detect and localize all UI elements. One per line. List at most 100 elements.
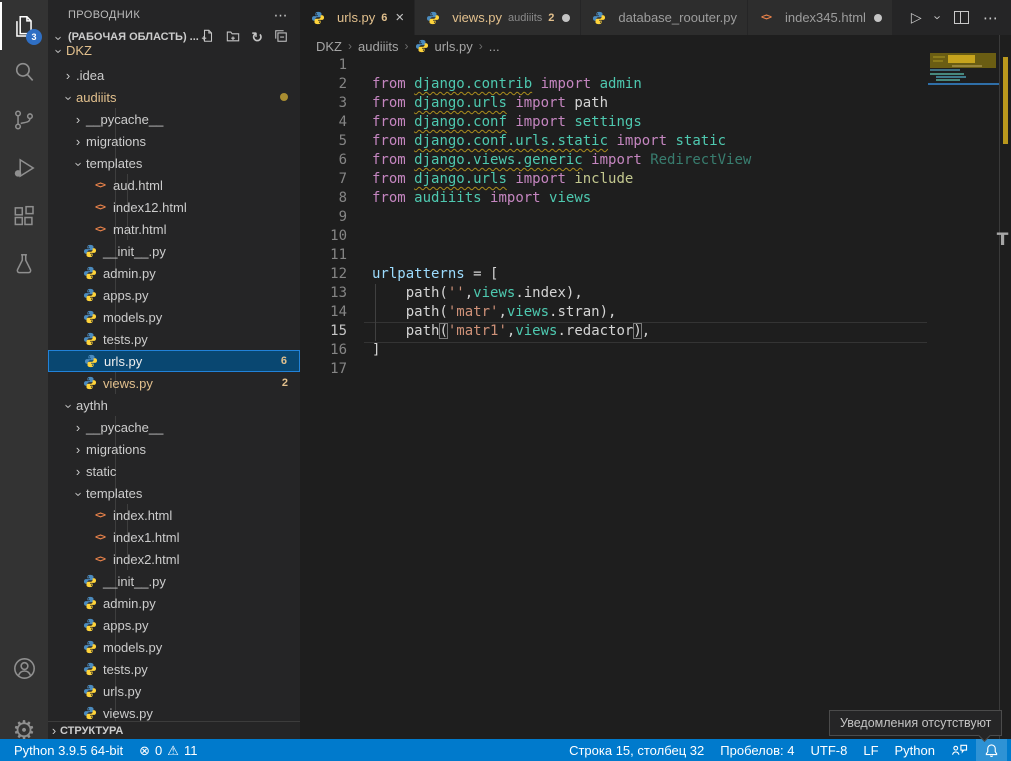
indentation-status[interactable]: Пробелов: 4 [712, 739, 802, 761]
run-and-debug-icon[interactable] [0, 144, 48, 192]
chevron-down-icon[interactable]: › [71, 158, 86, 170]
code-line-10[interactable]: 10 [300, 227, 1011, 246]
chevron-right-icon[interactable]: › [72, 442, 84, 457]
tree-item-pycache[interactable]: ›__pycache__ [48, 108, 300, 130]
tree-item-models-py[interactable]: models.py [48, 306, 300, 328]
new-folder-icon[interactable] [226, 29, 240, 45]
chevron-down-icon[interactable]: › [61, 92, 76, 104]
tree-item-templates[interactable]: ›templates [48, 152, 300, 174]
code-line-4[interactable]: 4from django.conf import settings [300, 113, 1011, 132]
tree-item-tests-py[interactable]: tests.py [48, 658, 300, 680]
extensions-icon[interactable] [0, 192, 48, 240]
tree-item-index1-html[interactable]: <>index1.html [48, 526, 300, 548]
testing-icon[interactable] [0, 240, 48, 288]
tree-item-idea[interactable]: ›.idea [48, 64, 300, 86]
tree-item-models-py[interactable]: models.py [48, 636, 300, 658]
tree-item-migrations[interactable]: ›migrations [48, 130, 300, 152]
run-dropdown-chevron-icon[interactable]: › [930, 15, 945, 19]
modified-dot-icon[interactable] [874, 14, 882, 22]
code-line-13[interactable]: 13 path('',views.index), [300, 284, 1011, 303]
code-line-16[interactable]: 16] [300, 341, 1011, 360]
line-number[interactable]: 5 [300, 132, 347, 151]
tree-item-index12-html[interactable]: <>index12.html [48, 196, 300, 218]
close-icon[interactable]: × [395, 10, 404, 25]
tree-item-audiiits[interactable]: ›audiiits [48, 86, 300, 108]
line-number[interactable]: 1 [300, 56, 347, 75]
workspace-section-header[interactable]: › (РАБОЧАЯ ОБЛАСТЬ) ... ↻ [48, 28, 300, 46]
feedback-icon[interactable] [943, 739, 976, 761]
code-line-6[interactable]: 6from django.views.generic import Redire… [300, 151, 1011, 170]
tree-item-tests-py[interactable]: tests.py [48, 328, 300, 350]
tree-item-pycache[interactable]: ›__pycache__ [48, 416, 300, 438]
line-number[interactable]: 17 [300, 360, 347, 379]
code-line-5[interactable]: 5from django.conf.urls.static import sta… [300, 132, 1011, 151]
tab-views-py[interactable]: views.pyaudiiits2 [415, 0, 581, 35]
chevron-down-icon[interactable]: › [71, 488, 86, 500]
tree-item-admin-py[interactable]: admin.py [48, 262, 300, 284]
breadcrumb-item-urls-py[interactable]: urls.py [434, 39, 472, 54]
tree-item-index2-html[interactable]: <>index2.html [48, 548, 300, 570]
tree-item-aythh[interactable]: ›aythh [48, 394, 300, 416]
chevron-right-icon[interactable]: › [72, 420, 84, 435]
encoding-status[interactable]: UTF-8 [803, 739, 856, 761]
line-number[interactable]: 15 [300, 322, 347, 341]
collapse-all-icon[interactable] [274, 29, 288, 45]
chevron-down-icon[interactable]: › [51, 45, 66, 57]
line-number[interactable]: 4 [300, 113, 347, 132]
tree-item-index-html[interactable]: <>index.html [48, 504, 300, 526]
line-number[interactable]: 9 [300, 208, 347, 227]
chevron-right-icon[interactable]: › [62, 68, 74, 83]
line-number[interactable]: 16 [300, 341, 347, 360]
tab-database-roouter-py[interactable]: database_roouter.py [581, 0, 748, 35]
modified-dot-icon[interactable] [562, 14, 570, 22]
more-actions-icon[interactable]: ⋯ [983, 9, 999, 27]
line-number[interactable]: 6 [300, 151, 347, 170]
tree-item-static[interactable]: ›static [48, 460, 300, 482]
search-icon[interactable] [0, 48, 48, 96]
code-line-9[interactable]: 9 [300, 208, 1011, 227]
line-number[interactable]: 7 [300, 170, 347, 189]
tab-index345-html[interactable]: <>index345.html [748, 0, 893, 35]
tree-item-migrations[interactable]: ›migrations [48, 438, 300, 460]
tab-urls-py[interactable]: urls.py6× [300, 0, 415, 35]
code-line-14[interactable]: 14 path('matr',views.stran), [300, 303, 1011, 322]
new-file-icon[interactable] [201, 29, 215, 45]
code-line-1[interactable]: 1 [300, 56, 1011, 75]
outline-section-header[interactable]: › СТРУКТУРА [48, 721, 300, 739]
run-button[interactable]: ▷ [911, 9, 922, 26]
line-number[interactable]: 2 [300, 75, 347, 94]
line-number[interactable]: 13 [300, 284, 347, 303]
eol-status[interactable]: LF [855, 739, 886, 761]
tree-item-views-py[interactable]: views.py2 [48, 372, 300, 394]
python-interpreter-status[interactable]: Python 3.9.5 64-bit [6, 739, 131, 761]
chevron-right-icon[interactable]: › [72, 464, 84, 479]
line-number[interactable]: 3 [300, 94, 347, 113]
chevron-down-icon[interactable]: › [61, 400, 76, 412]
code-line-15[interactable]: 15 path('matr1',views.redactor), [300, 322, 1011, 341]
breadcrumb-item-dkz[interactable]: DKZ [316, 39, 342, 54]
tree-item-init-py[interactable]: __init__.py [48, 570, 300, 592]
code-line-2[interactable]: 2from django.contrib import admin [300, 75, 1011, 94]
code-line-11[interactable]: 11 [300, 246, 1011, 265]
line-number[interactable]: 12 [300, 265, 347, 284]
explorer-icon[interactable]: 3 [0, 2, 48, 50]
language-mode-status[interactable]: Python [887, 739, 943, 761]
refresh-icon[interactable]: ↻ [251, 30, 263, 44]
tree-item-templates[interactable]: ›templates [48, 482, 300, 504]
code-area[interactable]: 12from django.contrib import admin3from … [300, 0, 1011, 739]
account-icon[interactable] [0, 644, 48, 692]
chevron-right-icon[interactable]: › [72, 134, 84, 149]
chevron-right-icon[interactable]: › [72, 112, 84, 127]
split-editor-icon[interactable] [954, 11, 969, 24]
source-control-icon[interactable] [0, 96, 48, 144]
code-line-12[interactable]: 12urlpatterns = [ [300, 265, 1011, 284]
tree-item-urls-py[interactable]: urls.py [48, 680, 300, 702]
tree-item-apps-py[interactable]: apps.py [48, 614, 300, 636]
notifications-bell-icon[interactable] [976, 739, 1007, 761]
code-line-17[interactable]: 17 [300, 360, 1011, 379]
line-number[interactable]: 8 [300, 189, 347, 208]
tree-item-init-py[interactable]: __init__.py [48, 240, 300, 262]
overview-ruler-warning-bar[interactable] [1003, 57, 1008, 144]
cursor-position-status[interactable]: Строка 15, столбец 32 [561, 739, 712, 761]
tree-item-aud-html[interactable]: <>aud.html [48, 174, 300, 196]
